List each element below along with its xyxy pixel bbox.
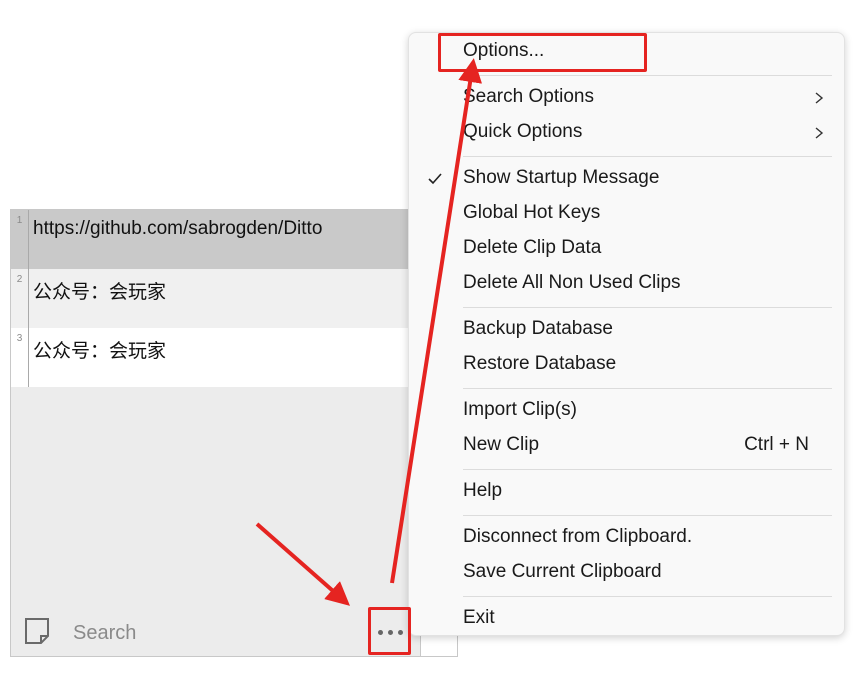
menu-item-label: Search Options xyxy=(463,86,594,107)
clip-number: 2 xyxy=(11,269,29,328)
clip-text: 公众号：会玩家 xyxy=(33,341,167,362)
menu-item-restore-database[interactable]: Restore Database xyxy=(409,349,844,382)
menu-item-global-hot-keys[interactable]: Global Hot Keys xyxy=(409,198,844,231)
clip-row[interactable]: 1 https://github.com/sabrogden/Ditto xyxy=(11,210,409,269)
clip-row[interactable]: 3 公众号：会玩家 xyxy=(11,328,409,387)
menu-item-label: Restore Database xyxy=(463,353,617,374)
checkmark-icon xyxy=(428,173,442,185)
menu-item-backup-database[interactable]: Backup Database xyxy=(409,314,844,347)
search-input[interactable] xyxy=(71,618,335,648)
clip-number: 3 xyxy=(11,328,29,387)
menu-item-show-startup-message[interactable]: Show Startup Message xyxy=(409,163,844,196)
menu-separator xyxy=(463,307,832,308)
menu-item-label: Quick Options xyxy=(463,121,583,142)
note-icon[interactable] xyxy=(24,617,50,645)
menu-item-label: Delete All Non Used Clips xyxy=(463,272,681,293)
menu-item-label: Delete Clip Data xyxy=(463,237,602,258)
menu-item-search-options[interactable]: Search Options xyxy=(409,82,844,115)
menu-item-label: Global Hot Keys xyxy=(463,202,601,223)
menu-item-import-clips[interactable]: Import Clip(s) xyxy=(409,395,844,428)
menu-item-label: Backup Database xyxy=(463,318,613,339)
clip-row[interactable]: 2 公众号：会玩家 xyxy=(11,269,409,328)
stage: 1 https://github.com/sabrogden/Ditto 2 公… xyxy=(0,0,858,673)
menu-separator xyxy=(463,515,832,516)
menu-item-label: Save Current Clipboard xyxy=(463,561,662,582)
ditto-window: 1 https://github.com/sabrogden/Ditto 2 公… xyxy=(10,209,458,657)
chevron-right-icon xyxy=(815,127,824,139)
menu-item-delete-clip-data[interactable]: Delete Clip Data xyxy=(409,233,844,266)
menu-item-delete-all-non-used-clips[interactable]: Delete All Non Used Clips xyxy=(409,268,844,301)
highlight-box-options xyxy=(438,33,647,72)
menu-item-new-clip[interactable]: New Clip Ctrl + N xyxy=(409,430,844,463)
menu-item-disconnect-clipboard[interactable]: Disconnect from Clipboard. xyxy=(409,522,844,555)
clip-text: https://github.com/sabrogden/Ditto xyxy=(33,218,323,239)
menu-item-label: New Clip xyxy=(463,434,540,455)
menu-item-label: Show Startup Message xyxy=(463,167,660,188)
chevron-right-icon xyxy=(815,92,824,104)
menu-item-help[interactable]: Help xyxy=(409,476,844,509)
menu-item-exit[interactable]: Exit xyxy=(409,603,844,636)
menu-separator xyxy=(463,388,832,389)
context-menu: Options... Search Options Quick Options … xyxy=(408,32,845,636)
menu-item-label: Disconnect from Clipboard. xyxy=(463,526,693,547)
menu-item-quick-options[interactable]: Quick Options xyxy=(409,117,844,150)
menu-separator xyxy=(463,469,832,470)
menu-separator xyxy=(463,596,832,597)
clip-number: 1 xyxy=(11,210,29,269)
menu-item-label: Import Clip(s) xyxy=(463,399,578,420)
menu-separator xyxy=(463,75,832,76)
menu-item-label: Exit xyxy=(463,607,495,628)
highlight-box-more-button xyxy=(368,607,411,655)
menu-item-shortcut: Ctrl + N xyxy=(744,434,809,455)
menu-item-label: Help xyxy=(463,480,503,501)
menu-separator xyxy=(463,156,832,157)
menu-item-save-current-clipboard[interactable]: Save Current Clipboard xyxy=(409,557,844,590)
clip-text: 公众号：会玩家 xyxy=(33,282,167,303)
